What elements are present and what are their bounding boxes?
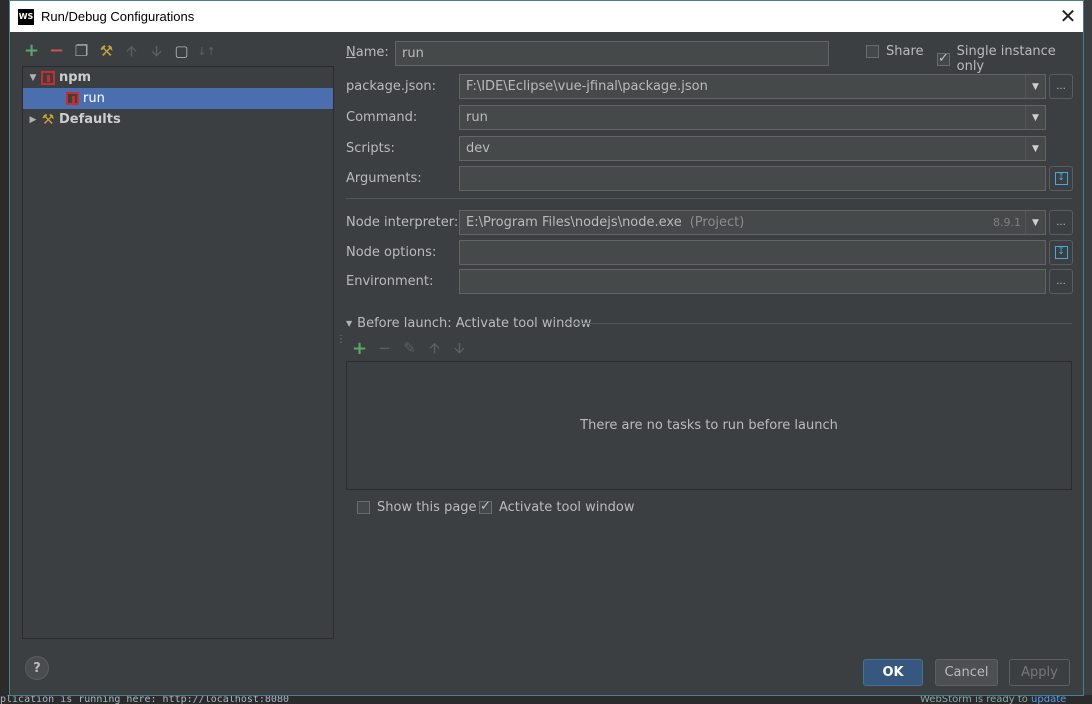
remove-icon[interactable]: − — [47, 42, 66, 61]
node-version: 8.9.1 — [993, 216, 1021, 229]
share-label: Share — [886, 44, 924, 59]
tree-node-label: Defaults — [59, 112, 121, 127]
configuration-tree: ▼ npm run ▶ ⚒ Defaults — [22, 66, 334, 639]
ide-background-bottom: plication is running here: http://localh… — [0, 695, 1092, 704]
tree-node-npm[interactable]: ▼ npm — [23, 67, 333, 88]
node-options-label: Node options: — [346, 245, 437, 260]
command-label: Command: — [346, 110, 418, 125]
config-toolbar: + − ❐ ⚒ 🡩 🡫 ▢ ↓↑ — [22, 41, 216, 61]
expand-arguments-button[interactable]: ↧ — [1049, 166, 1073, 191]
name-label: Name: — [346, 45, 389, 60]
splitter-handle[interactable]: ⋮ — [336, 334, 346, 348]
environment-label: Environment: — [346, 274, 434, 289]
move-task-up-icon[interactable]: 🡩 — [425, 339, 444, 358]
add-icon[interactable]: + — [22, 42, 41, 61]
expand-icon: ↧ — [1054, 172, 1068, 185]
browse-package-json-button[interactable]: ... — [1049, 74, 1073, 99]
chevron-down-icon[interactable]: ▼ — [1025, 137, 1045, 160]
wrench-icon: ⚒ — [41, 111, 55, 128]
activate-tool-window-checkbox-box[interactable] — [479, 499, 492, 514]
node-interpreter-value: E:\Program Files\nodejs\node.exe — [466, 215, 682, 230]
tree-node-label: npm — [59, 70, 92, 85]
folder-icon[interactable]: ▢ — [172, 42, 191, 61]
expand-icon: ↧ — [1054, 246, 1068, 259]
npm-icon — [41, 70, 55, 85]
package-json-value: F:\IDE\Eclipse\vue-jfinal\package.json — [466, 79, 708, 94]
single-instance-checkbox[interactable]: Single instance only — [937, 44, 1083, 74]
before-launch-task-list[interactable]: There are no tasks to run before launch — [346, 361, 1072, 490]
show-this-page-checkbox-box[interactable] — [357, 501, 370, 514]
chevron-down-icon[interactable]: ▼ — [1025, 75, 1045, 98]
single-instance-label: Single instance only — [956, 44, 1056, 74]
status-notification: WebStorm is ready to update — [920, 695, 1066, 704]
browse-node-interpreter-button[interactable]: ... — [1049, 210, 1073, 235]
help-button[interactable]: ? — [25, 656, 49, 680]
scripts-value: dev — [466, 141, 490, 156]
before-launch-section-header[interactable]: ▼ Before launch: Activate tool window — [346, 316, 591, 331]
before-launch-toolbar: + − ✎ 🡩 🡫 — [350, 339, 469, 358]
update-link[interactable]: update — [1031, 695, 1066, 704]
arguments-label: Arguments: — [346, 171, 422, 186]
ok-button[interactable]: OK — [863, 659, 923, 686]
empty-tasks-text: There are no tasks to run before launch — [580, 418, 838, 433]
expand-node-options-button[interactable]: ↧ — [1049, 240, 1073, 265]
status-text: WebStorm is ready to — [920, 695, 1032, 704]
single-instance-checkbox-box[interactable] — [937, 51, 950, 66]
collapsed-arrow-icon[interactable]: ▶ — [25, 115, 41, 125]
sort-icon[interactable]: ↓↑ — [197, 42, 216, 61]
activate-tool-window-label: Activate tool window — [499, 500, 635, 515]
node-interpreter-label: Node interpreter: — [346, 215, 459, 230]
title-bar: WS Run/Debug Configurations ✕ — [10, 1, 1083, 32]
remove-task-icon[interactable]: − — [375, 339, 394, 358]
chevron-down-icon[interactable]: ▼ — [1025, 211, 1045, 234]
edit-environment-button[interactable]: ... — [1049, 269, 1073, 294]
node-interpreter-scope: (Project) — [689, 215, 745, 230]
activate-tool-window-checkbox[interactable]: Activate tool window — [479, 499, 635, 515]
tree-node-defaults[interactable]: ▶ ⚒ Defaults — [23, 109, 333, 130]
show-this-page-checkbox[interactable]: Show this page — [357, 500, 477, 515]
cancel-button[interactable]: Cancel — [935, 659, 998, 686]
ide-background-left — [0, 0, 9, 704]
command-value: run — [466, 110, 488, 125]
ide-background-right — [1084, 0, 1092, 704]
node-interpreter-combo[interactable]: E:\Program Files\nodejs\node.exe (Projec… — [459, 210, 1046, 235]
show-this-page-label: Show this page — [377, 500, 477, 515]
console-output-text: plication is running here: http://localh… — [0, 695, 289, 704]
separator — [563, 323, 1072, 324]
collapse-arrow-icon: ▼ — [346, 319, 353, 328]
apply-button[interactable]: Apply — [1009, 659, 1070, 686]
package-json-combo[interactable]: F:\IDE\Eclipse\vue-jfinal\package.json ▼ — [459, 74, 1046, 99]
node-options-field[interactable] — [459, 240, 1046, 265]
tree-node-label: run — [83, 91, 105, 106]
tree-node-run[interactable]: run — [23, 88, 333, 109]
scripts-label: Scripts: — [346, 141, 395, 156]
window-title: Run/Debug Configurations — [41, 9, 195, 24]
move-up-icon[interactable]: 🡩 — [122, 42, 141, 61]
separator — [346, 198, 1072, 199]
chevron-down-icon[interactable]: ▼ — [1025, 106, 1045, 129]
expanded-arrow-icon[interactable]: ▼ — [25, 73, 41, 83]
environment-field[interactable] — [459, 269, 1046, 294]
add-task-icon[interactable]: + — [350, 339, 369, 358]
npm-icon — [66, 92, 79, 105]
command-combo[interactable]: run ▼ — [459, 105, 1046, 130]
before-launch-title: Before launch: Activate tool window — [357, 316, 592, 331]
scripts-combo[interactable]: dev ▼ — [459, 136, 1046, 161]
webstorm-app-icon: WS — [18, 8, 34, 25]
package-json-label: package.json: — [346, 79, 436, 94]
share-checkbox[interactable]: Share — [866, 44, 924, 59]
move-down-icon[interactable]: 🡫 — [147, 42, 166, 61]
edit-task-icon[interactable]: ✎ — [400, 339, 419, 358]
edit-defaults-icon[interactable]: ⚒ — [97, 42, 116, 61]
copy-icon[interactable]: ❐ — [72, 42, 91, 61]
name-field[interactable]: run — [395, 41, 829, 66]
move-task-down-icon[interactable]: 🡫 — [450, 339, 469, 358]
run-debug-configurations-dialog: WS Run/Debug Configurations ✕ + − ❐ ⚒ 🡩 … — [9, 0, 1084, 696]
share-checkbox-box[interactable] — [866, 45, 879, 58]
close-icon[interactable]: ✕ — [1053, 2, 1083, 32]
arguments-field[interactable] — [459, 166, 1046, 191]
